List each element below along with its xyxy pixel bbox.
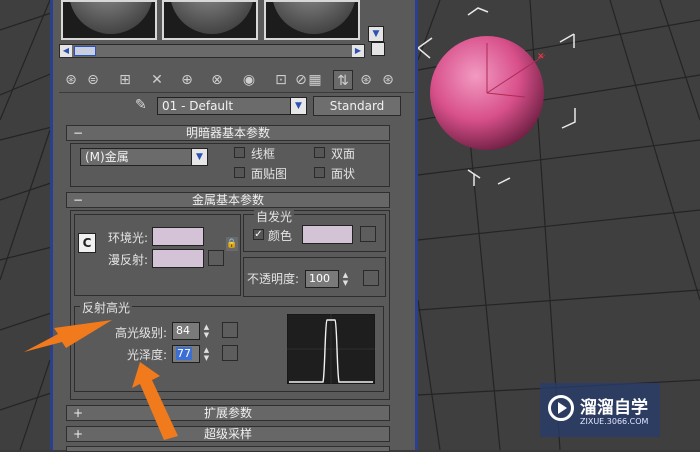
- watermark-logo-icon: [548, 395, 574, 421]
- arrow-to-specular-level: [24, 320, 112, 352]
- watermark-url: ZIXUE.3066.COM: [580, 417, 649, 426]
- watermark-text: 溜溜自学: [580, 398, 648, 418]
- arrow-to-glossiness: [132, 362, 178, 440]
- watermark: 溜溜自学 ZIXUE.3066.COM: [540, 383, 660, 437]
